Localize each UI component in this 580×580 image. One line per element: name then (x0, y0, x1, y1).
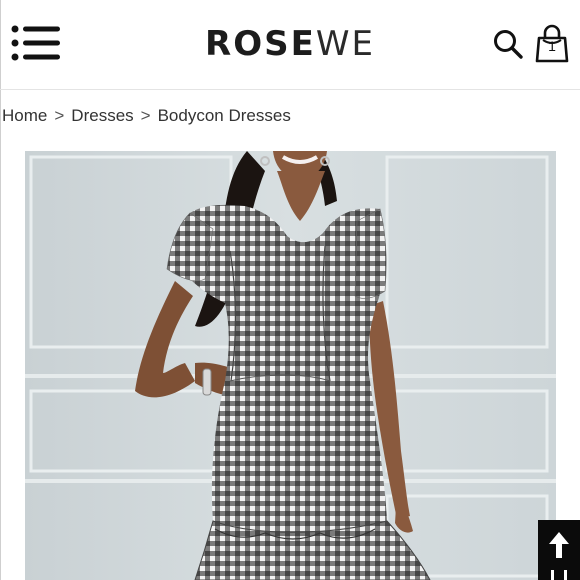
breadcrumb-separator: > (54, 106, 65, 125)
breadcrumb-current: Bodycon Dresses (157, 106, 291, 125)
logo-primary: ROSE (205, 24, 316, 64)
breadcrumb-separator: > (140, 106, 151, 125)
site-header: ROSEWE 1 (0, 0, 580, 90)
search-icon (494, 30, 523, 59)
cart-count-badge: 1 (548, 38, 556, 54)
breadcrumb-home-link[interactable]: Home (2, 106, 47, 126)
product-image[interactable] (25, 151, 556, 580)
back-to-top-button[interactable] (538, 520, 580, 580)
breadcrumb: Home > Dresses > Bodycon Dresses (2, 104, 291, 128)
logo-secondary: WE (315, 24, 375, 64)
breadcrumb-dresses-link[interactable]: Dresses (71, 106, 133, 126)
cart-button[interactable]: 1 (534, 24, 570, 64)
gingham-bodycon-dress-photo (25, 151, 556, 580)
search-button[interactable] (492, 28, 524, 60)
arrow-up-icon (549, 532, 569, 580)
